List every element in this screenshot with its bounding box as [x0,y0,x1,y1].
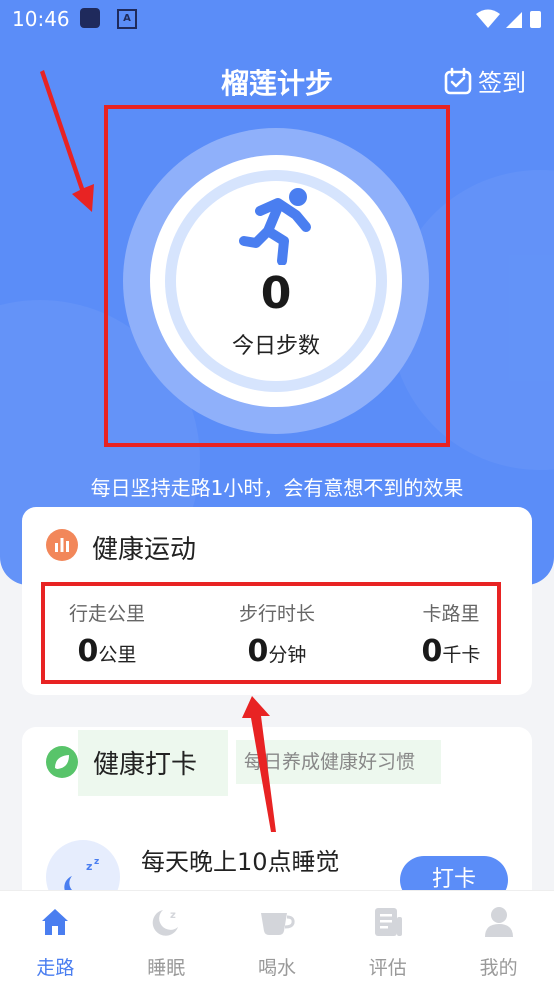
health-checkin-title: 健康打卡 [93,750,198,780]
motto-text: 每日坚持走路1小时，会有意想不到的效果 [90,476,464,500]
tab-water[interactable]: 喝水 [222,891,333,985]
leaf-icon [46,746,78,778]
cup-icon [260,913,295,935]
notification-icon [80,8,100,28]
keyboard-notification-icon: A [117,9,137,29]
status-icons [474,8,544,34]
health-sport-title: 健康运动 [92,535,197,565]
document-icon [374,908,402,936]
highlight-box-stats [41,582,501,684]
tab-label: 喝水 [257,957,296,979]
signal-icon [506,12,522,28]
tab-label: 走路 [36,957,75,979]
signin-button[interactable]: 签到 [444,63,526,98]
svg-text:z: z [170,910,176,921]
moon-icon: z [152,910,179,936]
tab-sleep[interactable]: z 睡眠 [111,891,222,985]
tab-label: 睡眠 [147,957,186,979]
user-icon [484,907,513,937]
svg-text:z: z [86,860,92,873]
tab-assess[interactable]: 评估 [332,891,443,985]
tab-mine[interactable]: 我的 [443,891,554,985]
calendar-check-icon [444,67,472,94]
status-bar: 10:46 A [0,0,554,38]
wifi-icon [476,9,500,28]
tab-label: 评估 [368,957,407,979]
status-time: 10:46 [12,7,70,31]
chart-bars-icon [46,529,78,561]
tab-walk[interactable]: 走路 [0,891,111,985]
battery-icon [530,11,541,28]
signin-label: 签到 [478,69,526,97]
checkin-task-title: 每天晚上10点睡觉 [141,848,340,876]
bottom-tab-bar: 走路 z 睡眠 喝水 评估 我的 [0,890,554,985]
tab-label: 我的 [479,957,518,979]
health-checkin-subtitle: 每日养成健康好习惯 [236,740,441,784]
home-icon [42,909,69,935]
svg-text:z: z [94,857,99,867]
highlight-box-steps [104,105,450,447]
